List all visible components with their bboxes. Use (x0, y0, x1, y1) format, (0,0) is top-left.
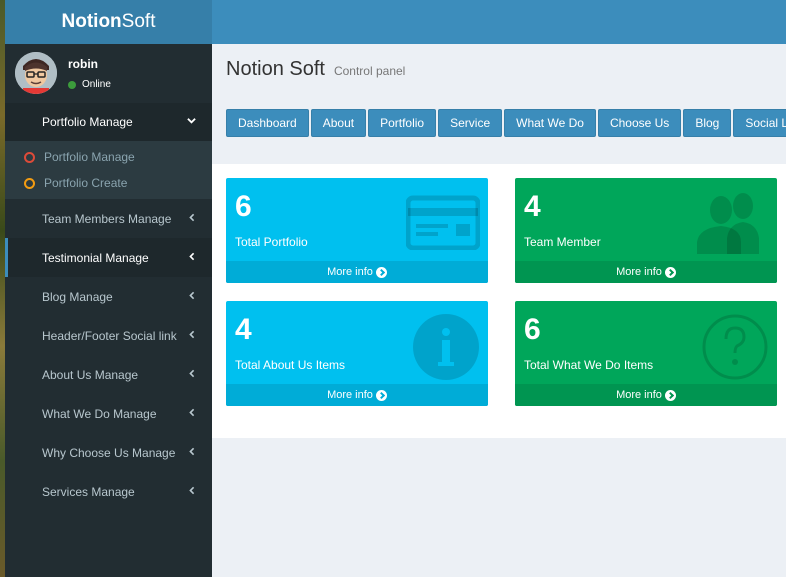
sidebar-item-label: Why Choose Us Manage (42, 445, 176, 460)
more-info-label: More info (616, 389, 662, 401)
nav-button-portfolio[interactable]: Portfolio (368, 109, 437, 137)
arrow-circle-right-icon (664, 266, 676, 278)
sidebar-item-testimonial[interactable]: Testimonial Manage (5, 238, 212, 277)
sidebar-item-why-choose-us[interactable]: Why Choose Us Manage (5, 433, 212, 472)
stats-panel: 6 Total Portfolio More info 4 Team Membe… (212, 164, 786, 438)
more-info-label: More info (327, 389, 373, 401)
nav-button-social-link[interactable]: Social Link (733, 109, 786, 137)
sidebar-item-team-members[interactable]: Team Members Manage (5, 199, 212, 238)
nav-button-dashboard[interactable]: Dashboard (226, 109, 309, 137)
avatar (15, 52, 57, 94)
sidebar-item-label: Team Members Manage (42, 211, 172, 226)
chevron-left-icon (188, 447, 196, 459)
stat-label: Total About Us Items (235, 358, 346, 372)
users-icon (693, 192, 769, 259)
sidebar-item-label: About Us Manage (42, 367, 139, 382)
top-navbar (212, 0, 786, 44)
chevron-left-icon (188, 486, 196, 498)
more-info-link[interactable]: More info (515, 261, 777, 283)
stat-box-portfolio: 6 Total Portfolio More info (226, 178, 488, 283)
brand-name-bold: Notion (61, 11, 122, 32)
nav-button-about[interactable]: About (310, 109, 367, 137)
arrow-circle-right-icon (375, 389, 387, 401)
circle-icon (24, 151, 35, 163)
stat-label: Total Portfolio (235, 235, 308, 249)
sidebar-item-about-us[interactable]: About Us Manage (5, 355, 212, 394)
sidebar-item-label: Services Manage (42, 484, 135, 499)
submenu-item-portfolio-create[interactable]: Portfolio Create (5, 170, 212, 196)
online-dot-icon (68, 80, 76, 89)
submenu-item-portfolio-manage[interactable]: Portfolio Manage (5, 144, 212, 170)
arrow-circle-right-icon (375, 266, 387, 278)
stat-count: 6 (235, 190, 252, 223)
nav-button-what-we-do[interactable]: What We Do (504, 109, 596, 137)
content-header: Notion Soft Control panel (226, 58, 405, 81)
chevron-down-icon (187, 116, 196, 128)
user-panel: robin Online (5, 44, 212, 103)
nav-button-choose-us[interactable]: Choose Us (597, 109, 682, 137)
sidebar-item-portfolio[interactable]: Portfolio Manage (5, 103, 212, 141)
user-status: Online (68, 79, 111, 90)
chevron-left-icon (188, 369, 196, 381)
more-info-label: More info (616, 266, 662, 278)
stat-box-team: 4 Team Member More info (515, 178, 777, 283)
more-info-link[interactable]: More info (226, 384, 488, 406)
chevron-left-icon (188, 252, 196, 264)
page-title: Notion Soft (226, 58, 325, 80)
sidebar-item-services[interactable]: Services Manage (5, 472, 212, 511)
page-subtitle: Control panel (333, 64, 406, 78)
stat-label: Total What We Do Items (524, 358, 654, 372)
stat-count: 4 (235, 313, 252, 346)
chevron-left-icon (188, 330, 196, 342)
more-info-link[interactable]: More info (515, 384, 777, 406)
stat-label: Team Member (524, 235, 601, 249)
more-info-label: More info (327, 266, 373, 278)
arrow-circle-right-icon (664, 389, 676, 401)
sidebar-item-label: Portfolio Manage (42, 115, 133, 129)
brand-logo[interactable]: Notion Soft (5, 0, 212, 44)
section-nav-buttons: Dashboard About Portfolio Service What We Do… (226, 109, 786, 137)
submenu-item-label: Portfolio Create (44, 176, 128, 190)
more-info-link[interactable]: More info (226, 261, 488, 283)
chevron-left-icon (188, 408, 196, 420)
chevron-left-icon (188, 291, 196, 303)
sidebar-item-social-link[interactable]: Header/Footer Social link (5, 316, 212, 355)
sidebar: robin Online Portfolio Manage Portfolio … (5, 44, 212, 577)
stat-box-about-us: 4 Total About Us Items More info (226, 301, 488, 406)
stat-count: 6 (524, 313, 541, 346)
portfolio-submenu: Portfolio Manage Portfolio Create (5, 141, 212, 199)
question-icon (701, 313, 769, 386)
status-label: Online (82, 79, 111, 90)
sidebar-item-label: Testimonial Manage (42, 250, 149, 265)
stat-count: 4 (524, 190, 541, 223)
user-name: robin (68, 57, 98, 71)
chevron-left-icon (188, 213, 196, 225)
nav-button-blog[interactable]: Blog (683, 109, 732, 137)
circle-icon (24, 177, 35, 189)
sidebar-item-label: Header/Footer Social link (42, 328, 177, 343)
submenu-item-label: Portfolio Manage (44, 150, 135, 164)
stat-box-what-we-do: 6 Total What We Do Items More info (515, 301, 777, 406)
nav-button-service[interactable]: Service (438, 109, 503, 137)
sidebar-item-label: Blog Manage (42, 289, 113, 304)
sidebar-item-label: What We Do Manage (42, 406, 157, 421)
info-icon (412, 313, 480, 386)
sidebar-item-what-we-do[interactable]: What We Do Manage (5, 394, 212, 433)
credit-card-icon (405, 194, 481, 255)
brand-name-rest: Soft (121, 11, 156, 32)
sidebar-item-blog[interactable]: Blog Manage (5, 277, 212, 316)
